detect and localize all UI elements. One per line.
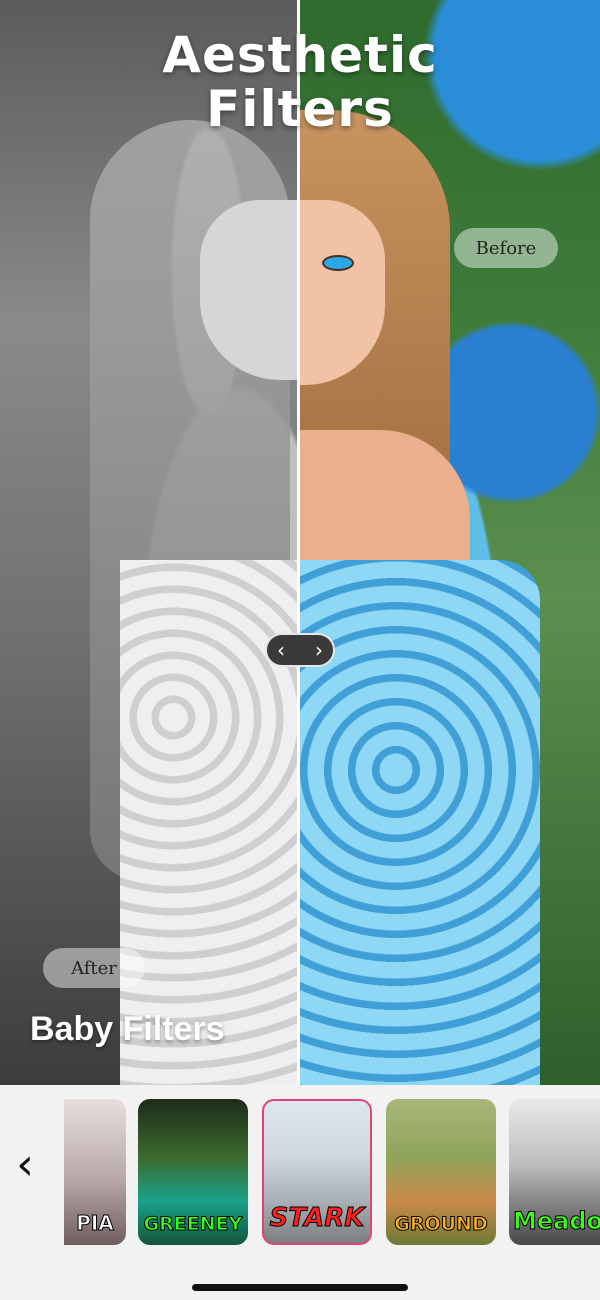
- before-badge: Before: [454, 228, 558, 268]
- filter-label: GROUND: [394, 1213, 488, 1236]
- filter-strip[interactable]: ‹ PIA GREENEY STARK GROUND Meadow: [0, 1085, 600, 1250]
- eye-shape: [322, 255, 354, 271]
- after-image-grayscale: [0, 0, 298, 1085]
- compare-slider-handle[interactable]: ‹ ›: [265, 633, 335, 667]
- before-after-compare[interactable]: ‹ › Aesthetic Filters Before After Baby …: [0, 0, 600, 1085]
- after-badge: After: [43, 948, 145, 988]
- filter-label: STARK: [269, 1203, 365, 1234]
- filter-label: Meadow: [513, 1207, 600, 1236]
- page-title: Aesthetic Filters: [0, 28, 600, 136]
- filter-thumb-greeney[interactable]: GREENEY: [138, 1099, 248, 1245]
- filter-thumb-meadow[interactable]: Meadow: [509, 1099, 600, 1245]
- filter-thumb-stark-selected[interactable]: STARK: [262, 1099, 372, 1245]
- filter-thumb-ground[interactable]: GROUND: [386, 1099, 496, 1245]
- title-line-1: Aesthetic: [162, 26, 438, 84]
- compare-divider[interactable]: [297, 0, 300, 1085]
- filter-label: PIA: [76, 1211, 115, 1236]
- title-line-2: Filters: [206, 80, 394, 138]
- home-indicator[interactable]: [192, 1284, 408, 1291]
- chevron-left-icon[interactable]: ‹: [10, 1143, 40, 1187]
- dress-shape: [300, 560, 540, 1085]
- chevron-right-icon: ›: [315, 638, 323, 662]
- filter-thumb-sepia[interactable]: PIA: [64, 1099, 126, 1245]
- filter-category-label: Baby Filters: [30, 1010, 225, 1048]
- chevron-left-icon: ‹: [277, 638, 285, 662]
- filter-label: GREENEY: [143, 1213, 243, 1236]
